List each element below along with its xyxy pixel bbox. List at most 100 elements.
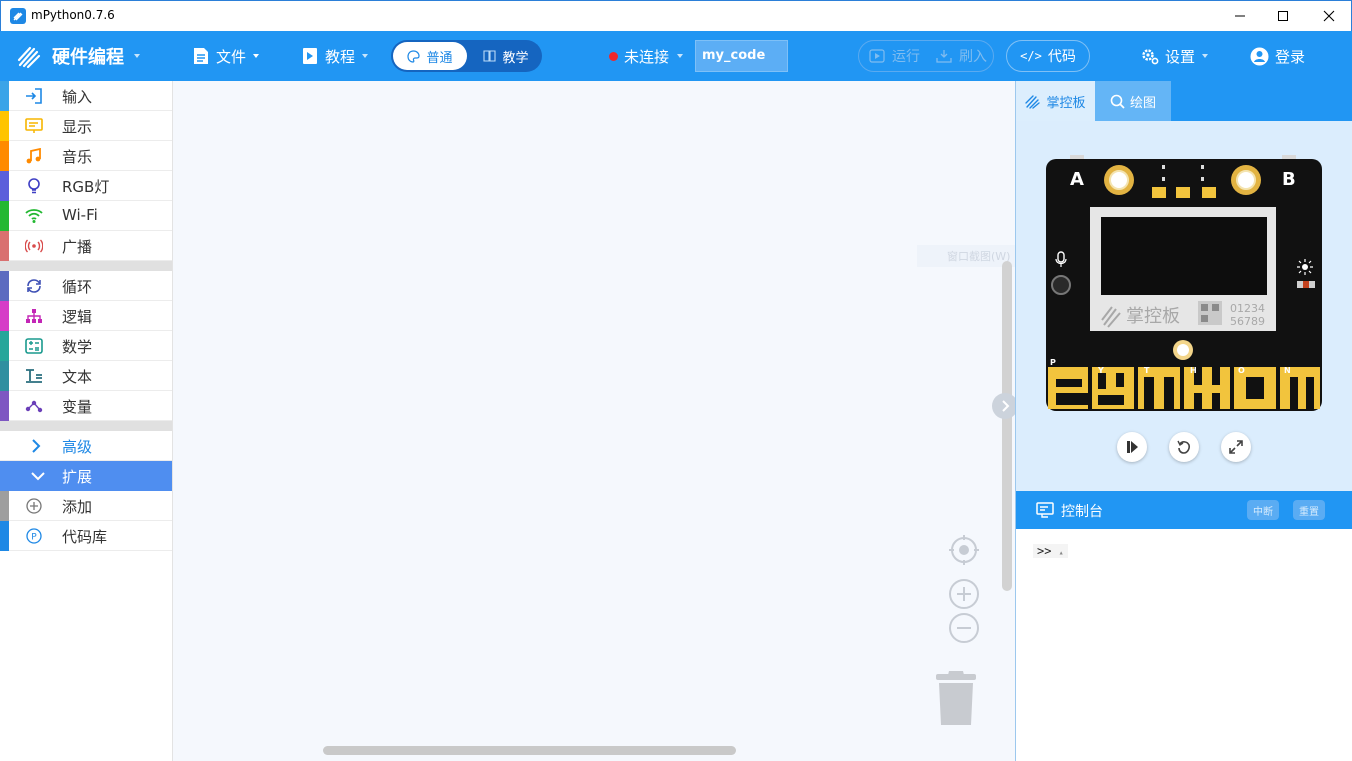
advanced-toggle[interactable]: 高级 xyxy=(0,431,172,461)
variable-icon xyxy=(25,400,43,413)
board-simulator-area: A B 掌控板 01234 56789 P Y T H O N xyxy=(1016,121,1352,491)
add-icon xyxy=(26,498,42,514)
trash-icon[interactable] xyxy=(935,667,977,727)
reset-button[interactable]: 重置 xyxy=(1293,500,1325,520)
hardware-programming-menu[interactable]: 硬件编程 xyxy=(16,31,140,81)
code-view-button[interactable]: </> 代码 xyxy=(1006,40,1090,72)
bulb-icon xyxy=(28,178,40,194)
maximize-button[interactable] xyxy=(1260,1,1306,31)
brand-logo-icon xyxy=(17,46,41,69)
microphone xyxy=(1051,275,1071,295)
category-label: 逻辑 xyxy=(62,308,93,326)
category-variable[interactable]: 变量 xyxy=(0,391,172,421)
code-icon: </> xyxy=(1020,49,1042,63)
mode-teach-button[interactable]: 教学 xyxy=(473,42,539,70)
simulate-reset-button[interactable] xyxy=(1169,432,1199,462)
screenshot-tooltip: 窗口截图(W) xyxy=(917,245,1015,267)
chevron-right-icon xyxy=(32,439,41,453)
app-logo-icon xyxy=(10,8,26,24)
pin-label: Y xyxy=(1097,366,1104,375)
file-icon xyxy=(194,48,208,64)
tutorial-menu-label: 教程 xyxy=(325,47,356,66)
code-label: 代码 xyxy=(1047,49,1076,65)
extend-toggle[interactable]: 扩展 xyxy=(0,461,172,491)
minimize-button[interactable] xyxy=(1217,1,1263,31)
console-output[interactable]: >> ▴ xyxy=(1016,529,1352,761)
chevron-down-icon xyxy=(31,472,45,481)
vertical-scrollbar[interactable] xyxy=(1002,261,1012,591)
category-loop[interactable]: 循环 xyxy=(0,271,172,301)
connection-status-label: 未连接 xyxy=(624,47,670,66)
category-wifi[interactable]: Wi-Fi xyxy=(0,201,172,231)
category-logic[interactable]: 逻辑 xyxy=(0,301,172,331)
oled-screen xyxy=(1101,217,1267,295)
flash-button[interactable]: 刷入 xyxy=(936,41,987,71)
interrupt-button[interactable]: 中断 xyxy=(1247,500,1279,520)
zoom-in-icon[interactable] xyxy=(948,578,980,610)
settings-menu[interactable]: 设置 xyxy=(1141,31,1209,81)
wifi-icon xyxy=(25,209,43,223)
category-color-bar xyxy=(0,111,9,141)
category-color-bar xyxy=(0,521,9,551)
board-digits-bottom: 56789 xyxy=(1230,315,1265,328)
close-button[interactable] xyxy=(1306,1,1352,31)
category-broadcast[interactable]: 广播 xyxy=(0,231,172,261)
file-menu[interactable]: 文件 xyxy=(193,31,260,81)
category-color-bar xyxy=(0,81,9,111)
button-a[interactable] xyxy=(1109,170,1129,190)
horizontal-scrollbar[interactable] xyxy=(323,746,736,755)
run-button[interactable]: 运行 xyxy=(869,41,920,71)
blocks-workspace[interactable]: 窗口截图(W) xyxy=(173,81,1018,761)
tab-draw[interactable]: 绘图 xyxy=(1095,81,1171,121)
zoom-out-icon[interactable] xyxy=(948,612,980,644)
button-b[interactable] xyxy=(1236,170,1256,190)
mode-teach-label: 教学 xyxy=(502,50,529,66)
mode-toggle[interactable]: 普通 教学 xyxy=(391,40,542,72)
fullscreen-button[interactable] xyxy=(1221,432,1251,462)
svg-text:P: P xyxy=(31,533,37,543)
console-prompt[interactable]: >> ▴ xyxy=(1033,544,1068,558)
category-label: 数学 xyxy=(62,338,93,356)
reload-icon xyxy=(1177,440,1190,454)
category-add[interactable]: 添加 xyxy=(0,491,172,521)
prompt-text: >> xyxy=(1037,544,1052,558)
category-display[interactable]: 显示 xyxy=(0,111,172,141)
category-label: 添加 xyxy=(62,498,93,516)
book-icon xyxy=(303,48,317,64)
category-color-bar xyxy=(0,231,9,261)
category-label: 音乐 xyxy=(62,148,93,166)
broadcast-icon xyxy=(25,239,43,253)
board-image: A B 掌控板 01234 56789 P Y T H O N xyxy=(1046,155,1322,411)
connection-status[interactable]: 未连接 xyxy=(609,31,684,81)
category-music[interactable]: 音乐 xyxy=(0,141,172,171)
category-library[interactable]: P 代码库 xyxy=(0,521,172,551)
category-input[interactable]: 输入 xyxy=(0,81,172,111)
settings-label: 设置 xyxy=(1165,47,1196,66)
category-text[interactable]: 文本 xyxy=(0,361,172,391)
text-icon xyxy=(26,369,42,383)
user-icon xyxy=(1250,47,1269,65)
button-b-label: B xyxy=(1282,169,1296,190)
category-rgb[interactable]: RGB灯 xyxy=(0,171,172,201)
category-math[interactable]: 数学 xyxy=(0,331,172,361)
category-label: 循环 xyxy=(62,278,93,296)
tab-draw-label: 绘图 xyxy=(1129,95,1156,111)
palette-icon xyxy=(407,49,421,63)
recenter-icon[interactable] xyxy=(948,534,980,566)
category-color-bar xyxy=(0,271,9,301)
pin-label: T xyxy=(1144,366,1150,375)
login-label: 登录 xyxy=(1275,47,1306,66)
login-button[interactable]: 登录 xyxy=(1250,31,1305,81)
logic-icon xyxy=(26,309,42,323)
category-color-bar xyxy=(0,331,9,361)
tutorial-menu[interactable]: 教程 xyxy=(302,31,369,81)
extend-label: 扩展 xyxy=(62,468,93,486)
category-divider xyxy=(0,261,172,271)
mode-normal-button[interactable]: 普通 xyxy=(393,42,467,70)
tab-board[interactable]: 掌控板 xyxy=(1016,81,1095,121)
filename-input[interactable]: my_code xyxy=(695,40,788,72)
category-label: 显示 xyxy=(62,118,93,136)
run-flash-group: 运行 刷入 xyxy=(858,40,994,72)
simulate-run-button[interactable] xyxy=(1117,432,1147,462)
flash-label: 刷入 xyxy=(959,49,987,65)
